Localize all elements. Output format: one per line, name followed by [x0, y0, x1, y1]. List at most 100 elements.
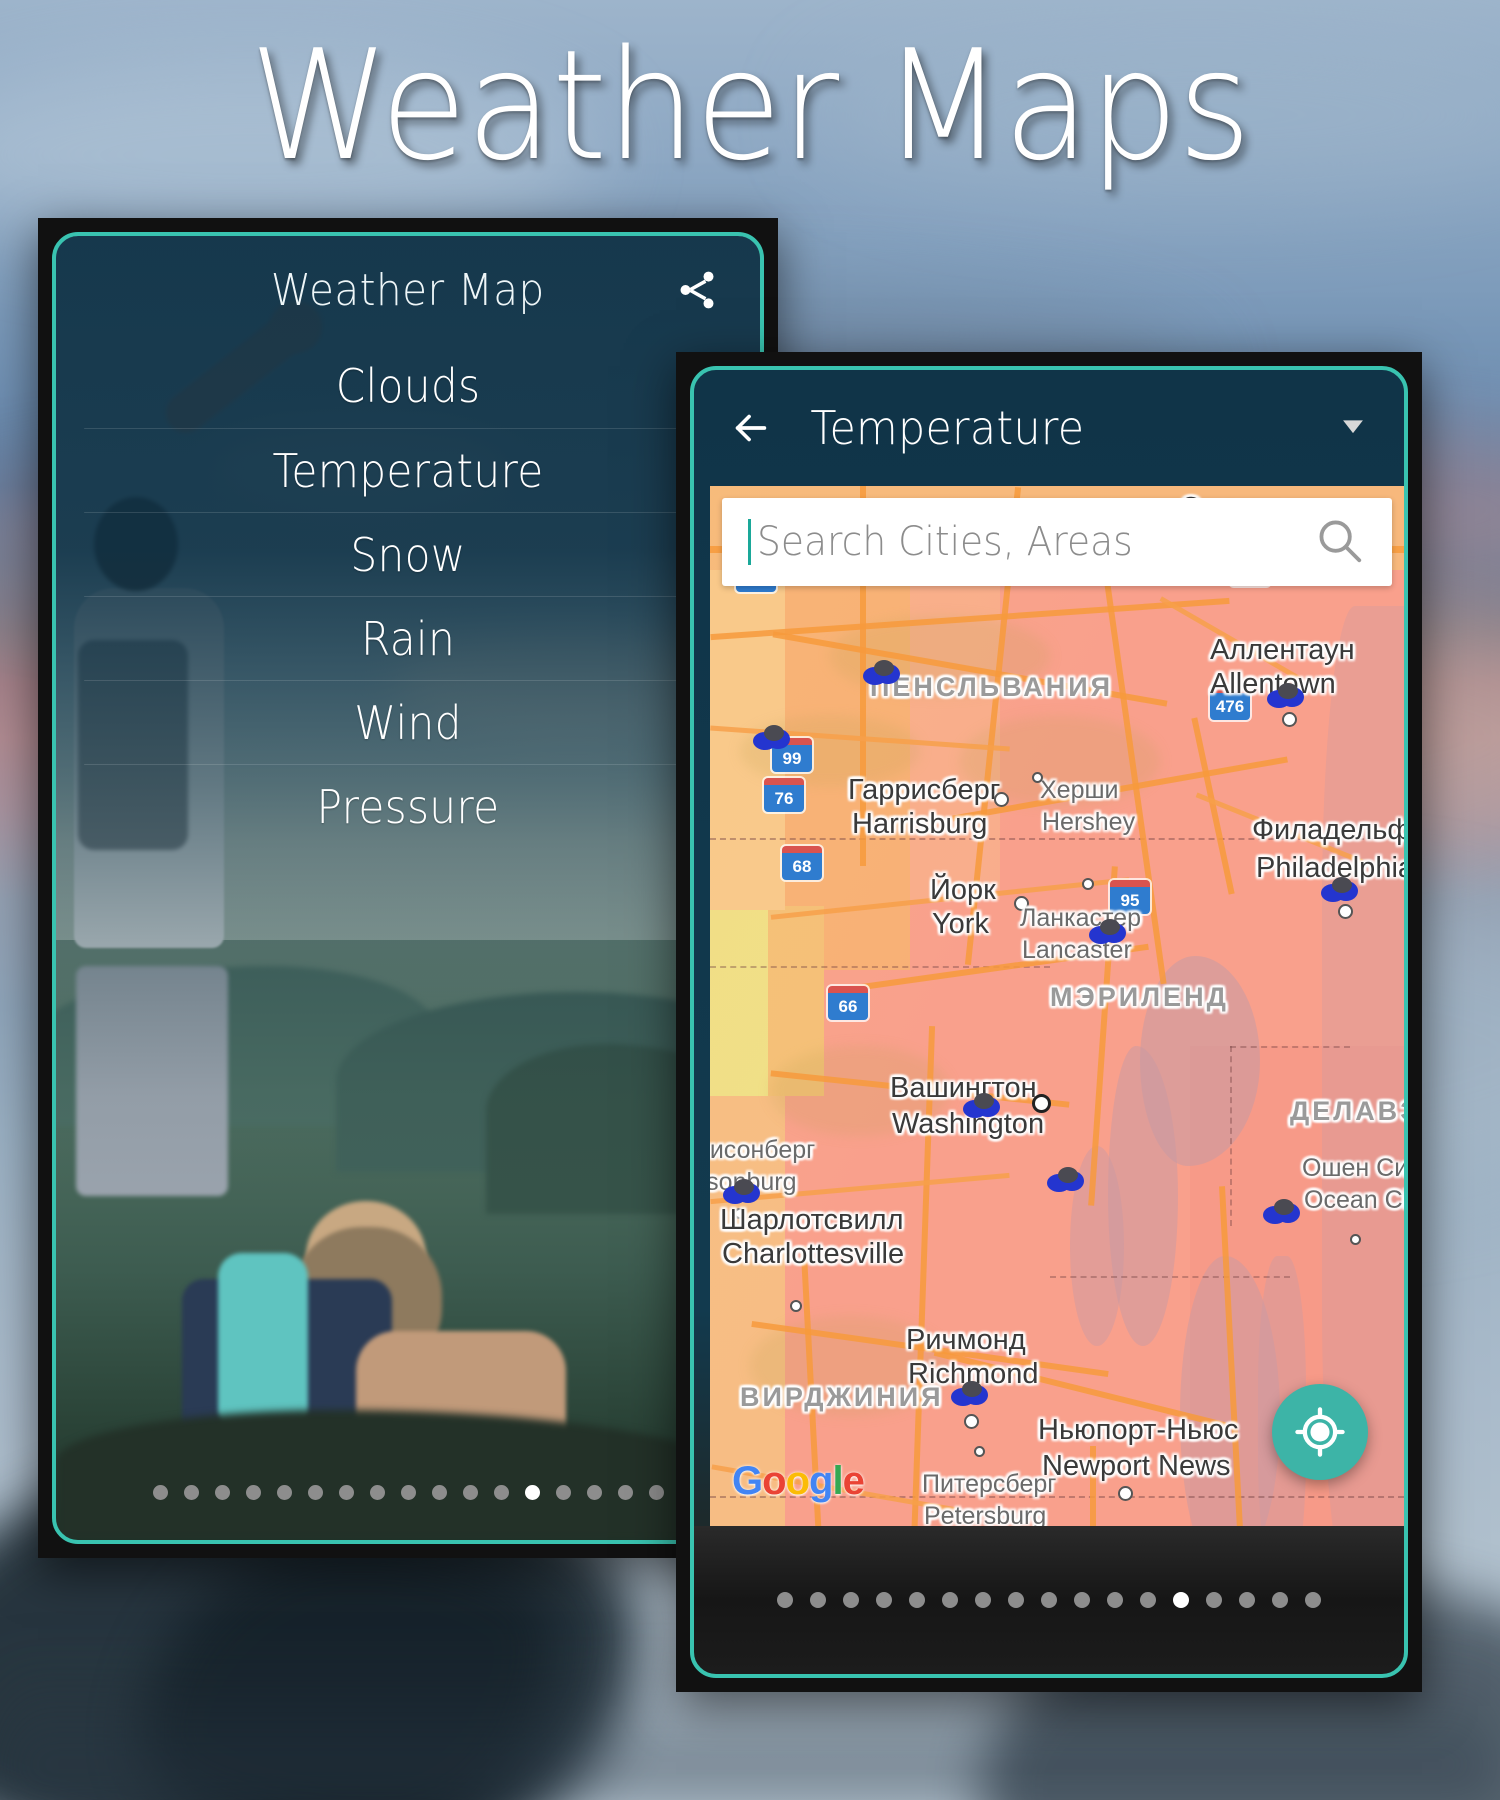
page-dot[interactable]	[1272, 1592, 1288, 1608]
highway-shield: 66	[828, 986, 868, 1020]
page-dot[interactable]	[245, 1484, 261, 1500]
menu-item-snow[interactable]: Snow	[84, 512, 732, 596]
page-dot[interactable]	[276, 1484, 292, 1500]
page-dot[interactable]	[152, 1484, 168, 1500]
menu-item-pressure[interactable]: Pressure	[84, 764, 732, 848]
page-dot[interactable]	[586, 1484, 602, 1500]
cloud-icon	[1088, 918, 1128, 946]
map-city-label: Шарлотсвилл	[720, 1204, 904, 1236]
page-dot[interactable]	[1041, 1592, 1057, 1608]
page-dot[interactable]	[338, 1484, 354, 1500]
map-city-label: York	[932, 908, 989, 940]
map-state-label: МЭРИЛЕНД	[1050, 982, 1229, 1012]
page-dot[interactable]	[810, 1592, 826, 1608]
my-location-button[interactable]	[1272, 1384, 1368, 1480]
cloud-icon	[962, 1092, 1002, 1120]
page-dot[interactable]	[942, 1592, 958, 1608]
map-city-label: Гаррисонберг	[710, 1136, 816, 1164]
page-dot[interactable]	[975, 1592, 991, 1608]
map-city-dot	[1032, 772, 1043, 783]
left-phone-title: Weather Map	[271, 264, 545, 316]
phone-mockup-menu: Weather Map Clouds Temperature Snow Rain…	[38, 218, 778, 1558]
map-canvas[interactable]: 80 380 476 99 76 68 95 66 85 ПЕНСЛЬВАНИЯ…	[710, 486, 1404, 1526]
cloud-icon	[752, 724, 792, 752]
cloud-icon	[722, 1178, 762, 1206]
search-icon[interactable]	[1312, 513, 1366, 571]
cloud-icon	[1046, 1166, 1086, 1194]
cloud-icon	[862, 659, 902, 687]
page-dot[interactable]	[493, 1484, 509, 1500]
map-city-label: Newport News	[1042, 1450, 1231, 1482]
page-dot[interactable]	[617, 1484, 633, 1500]
chevron-down-icon[interactable]	[1336, 409, 1370, 447]
google-attribution: Google	[732, 1459, 865, 1503]
page-dot[interactable]	[1239, 1592, 1255, 1608]
page-dot[interactable]	[307, 1484, 323, 1500]
share-icon[interactable]	[670, 263, 724, 317]
search-placeholder: Search Cities, Areas	[757, 519, 1133, 565]
page-dot[interactable]	[909, 1592, 925, 1608]
right-phone-page-indicator[interactable]	[694, 1526, 1404, 1674]
highway-shield: 76	[764, 778, 804, 812]
menu-overlay: Weather Map Clouds Temperature Snow Rain…	[56, 236, 760, 1540]
page-dot[interactable]	[1206, 1592, 1222, 1608]
map-city-label: Ричмонд	[906, 1324, 1026, 1356]
page-dot[interactable]	[400, 1484, 416, 1500]
cloud-icon	[1266, 682, 1306, 710]
page-dot[interactable]	[555, 1484, 571, 1500]
right-phone-appbar: Temperature	[694, 370, 1404, 486]
page-dot[interactable]	[843, 1592, 859, 1608]
cloud-icon	[1262, 1198, 1302, 1226]
menu-item-wind[interactable]: Wind	[84, 680, 732, 764]
page-dot[interactable]	[1107, 1592, 1123, 1608]
map-city-dot	[1118, 1486, 1133, 1501]
cloud-icon	[1320, 876, 1360, 904]
map-city-label: Ошен Сити	[1302, 1154, 1404, 1182]
page-dot[interactable]	[462, 1484, 478, 1500]
map-city-dot	[1350, 1234, 1361, 1245]
weather-map[interactable]: 80 380 476 99 76 68 95 66 85 ПЕНСЛЬВАНИЯ…	[710, 486, 1404, 1526]
page-dot[interactable]	[1173, 1592, 1189, 1608]
map-city-label: Питерсберг	[922, 1470, 1057, 1498]
map-city-dot	[1338, 904, 1353, 919]
page-dot[interactable]	[1305, 1592, 1321, 1608]
phone-mockup-map: Temperature 476 99 76 68 95 66 ПЕНСЛЬВАН…	[676, 352, 1422, 1692]
page-title: Weather Maps	[249, 17, 1252, 194]
left-phone-page-indicator[interactable]	[56, 1462, 760, 1522]
menu-item-label: Rain	[360, 611, 456, 666]
map-city-label: Charlottesville	[722, 1238, 905, 1270]
page-dot[interactable]	[1008, 1592, 1024, 1608]
map-capital-dot	[1032, 1094, 1051, 1113]
map-city-dot	[790, 1300, 802, 1312]
map-city-label: Гаррисберг	[848, 774, 1001, 806]
page-dot[interactable]	[183, 1484, 199, 1500]
back-arrow-icon[interactable]	[728, 405, 774, 451]
menu-item-label: Wind	[354, 695, 462, 750]
page-dot[interactable]	[648, 1484, 664, 1500]
map-city-label: Petersburg	[924, 1502, 1047, 1526]
menu-item-label: Clouds	[335, 359, 481, 413]
menu-item-rain[interactable]: Rain	[84, 596, 732, 680]
page-dot[interactable]	[431, 1484, 447, 1500]
cloud-icon	[950, 1380, 990, 1408]
right-phone-screen: Temperature 476 99 76 68 95 66 ПЕНСЛЬВАН…	[694, 370, 1404, 1674]
map-state-label: ДЕЛАВЭР	[1290, 1096, 1404, 1126]
map-city-dot	[1082, 878, 1094, 890]
page-dot[interactable]	[1074, 1592, 1090, 1608]
appbar-title: Temperature	[810, 401, 1085, 455]
map-city-label: Йорк	[930, 874, 996, 906]
weather-layer-list: Clouds Temperature Snow Rain Wind Pressu…	[56, 344, 760, 848]
map-city-dot	[964, 1414, 979, 1429]
menu-item-label: Snow	[350, 527, 466, 582]
menu-item-clouds[interactable]: Clouds	[84, 344, 732, 428]
map-city-label: Ocean City	[1304, 1186, 1404, 1214]
search-input[interactable]: Search Cities, Areas	[722, 498, 1392, 586]
page-dot[interactable]	[214, 1484, 230, 1500]
page-dot[interactable]	[369, 1484, 385, 1500]
page-dot[interactable]	[1140, 1592, 1156, 1608]
menu-item-temperature[interactable]: Temperature	[84, 428, 732, 512]
page-dot[interactable]	[876, 1592, 892, 1608]
map-city-dot	[994, 792, 1009, 807]
page-dot[interactable]	[524, 1484, 540, 1500]
page-dot[interactable]	[777, 1592, 793, 1608]
